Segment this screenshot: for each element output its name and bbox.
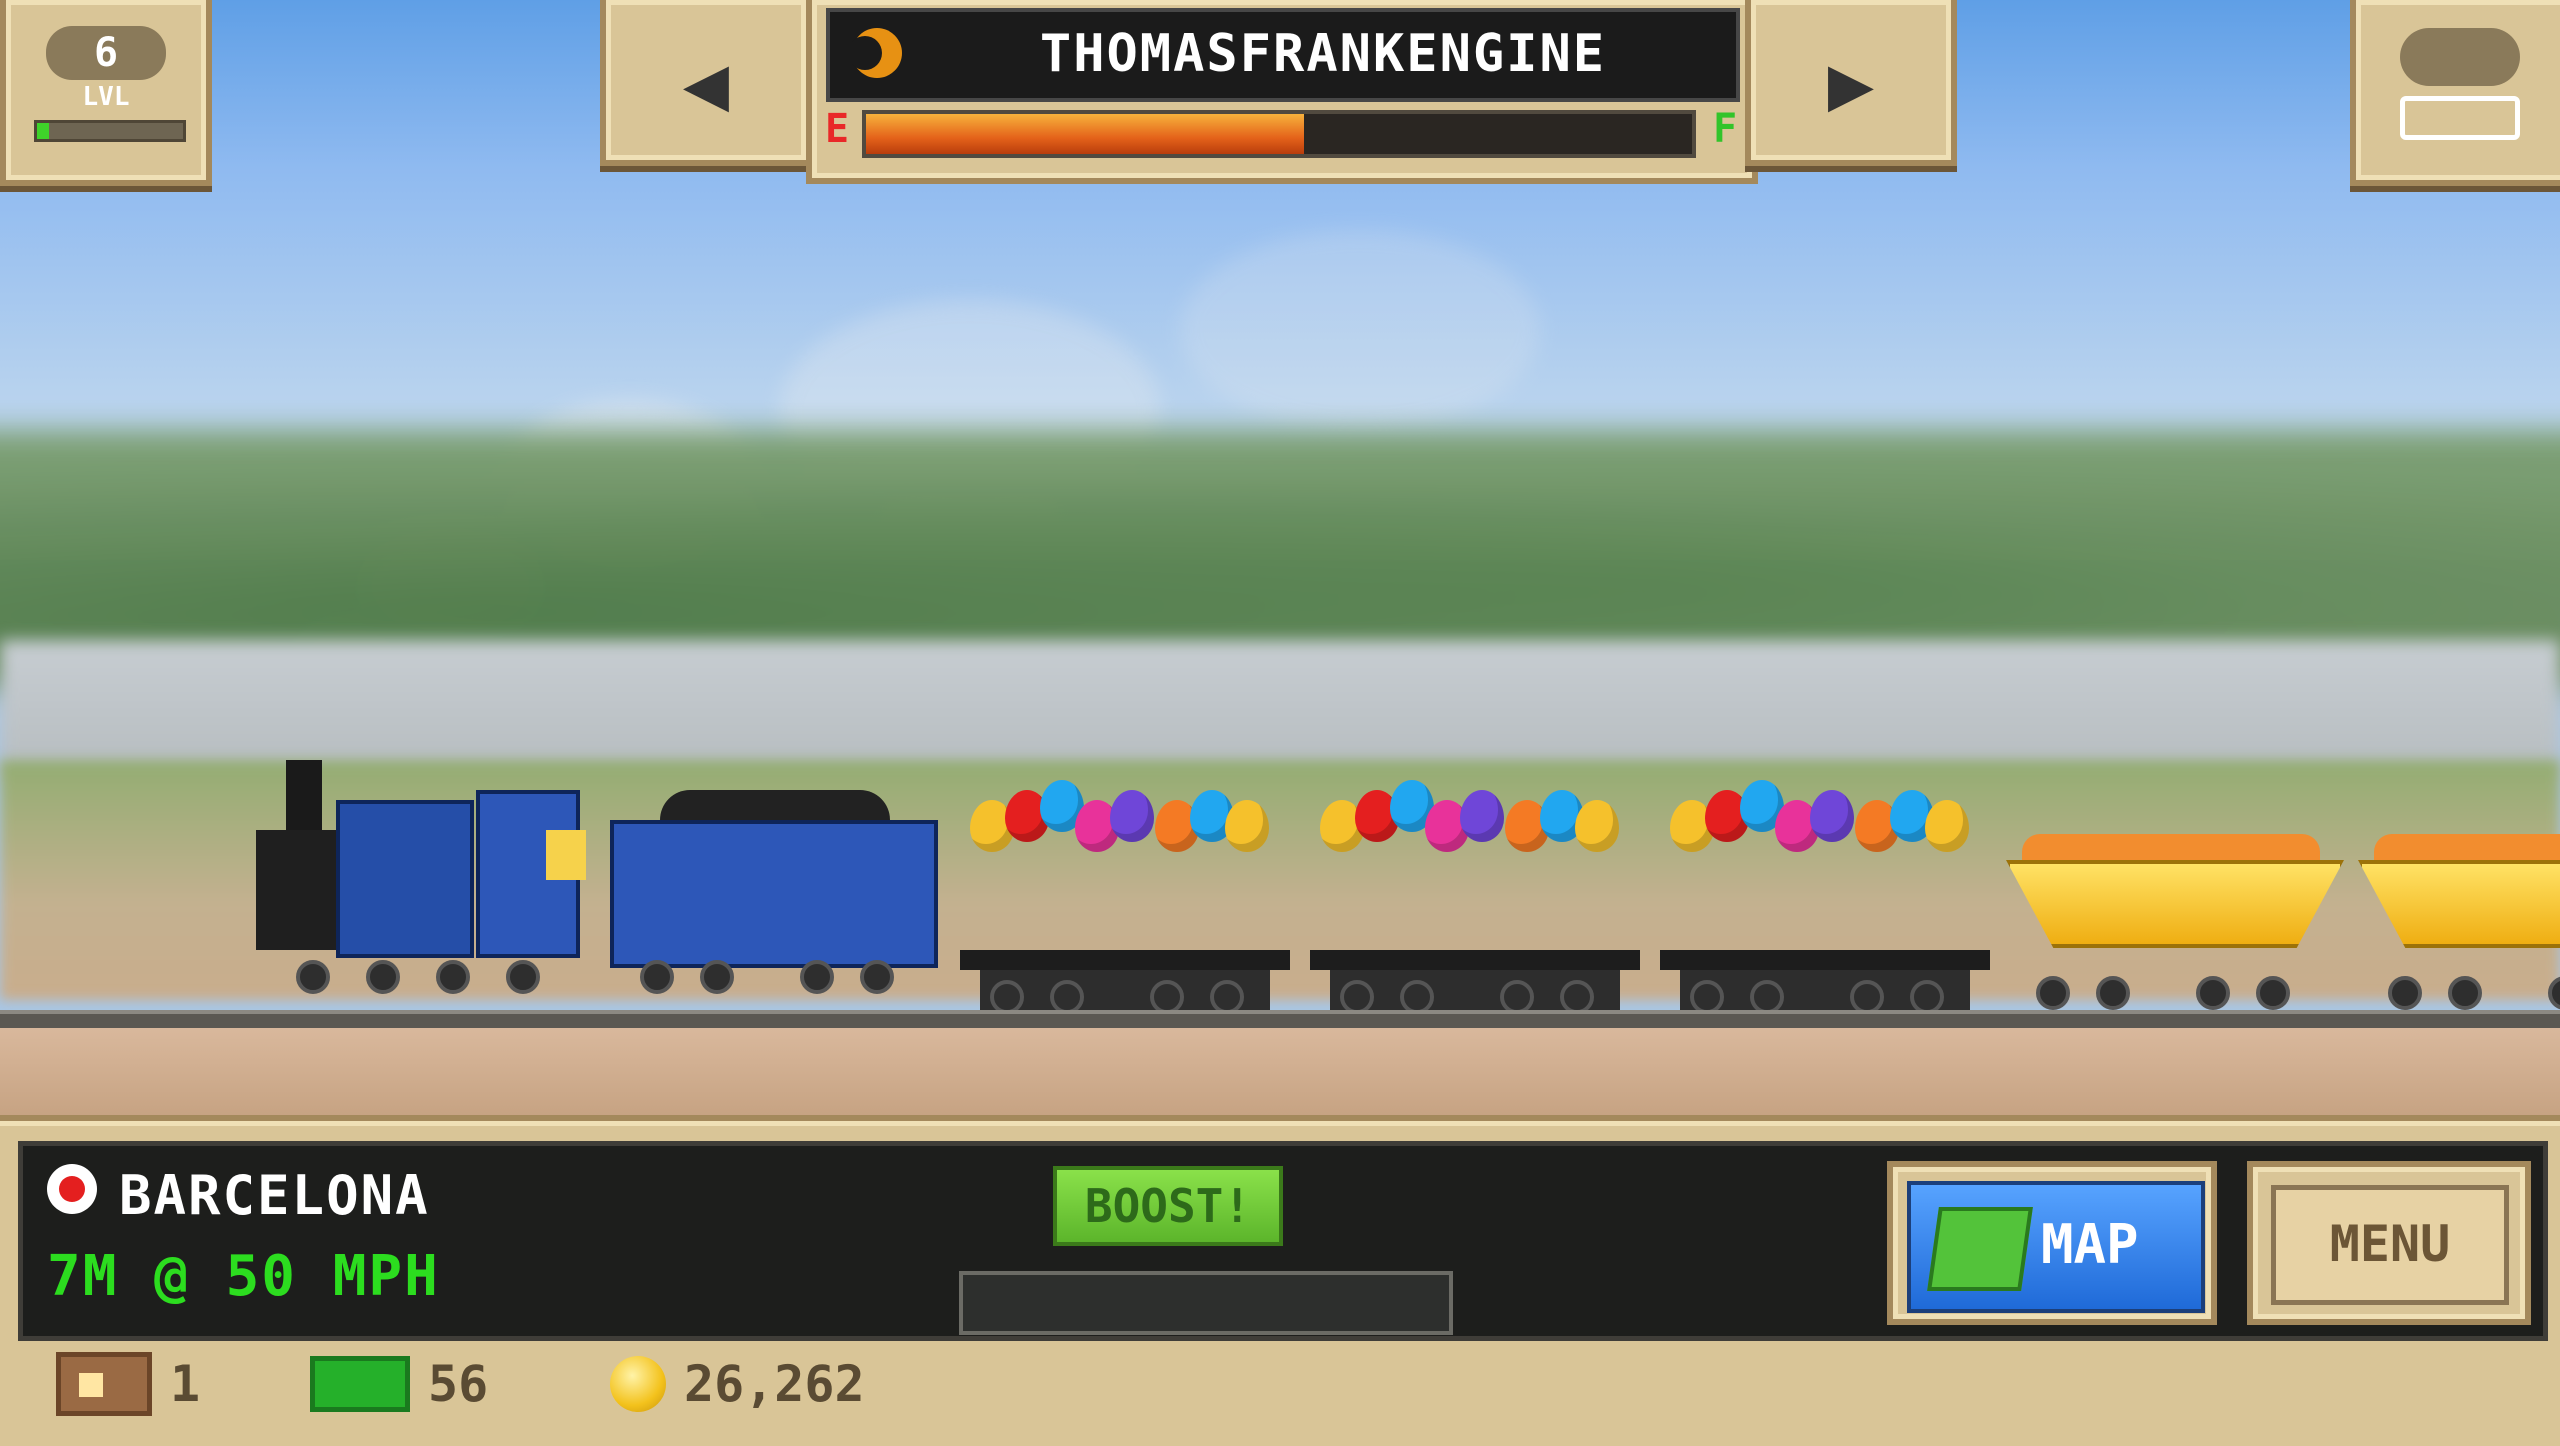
station-marker-icon (47, 1164, 97, 1214)
locomotive[interactable] (256, 760, 606, 1010)
trip-info-panel: BARCELONA 7M @ 50 MPH BOOST! MAP MENU (18, 1141, 2548, 1341)
cash-counter[interactable]: 56 (310, 1349, 488, 1419)
fuel-full-label: F (1712, 106, 1738, 152)
wheel (2036, 976, 2070, 1010)
tender-body (610, 820, 938, 968)
train-garage-icon (2400, 96, 2520, 140)
balloon-car[interactable] (1310, 760, 1640, 1014)
level-progress-fill (37, 123, 49, 139)
arrow-left-icon: ◀ (682, 50, 730, 120)
wheel (1210, 980, 1244, 1014)
background-city (0, 640, 2560, 780)
level-number: 6 (93, 30, 119, 76)
station-name: BARCELONA (119, 1164, 430, 1227)
smoke-puff (1180, 230, 1540, 430)
level-progress-bar (34, 120, 186, 142)
wheel (2388, 976, 2422, 1010)
next-train-button[interactable]: ▶ (1745, 0, 1957, 166)
wheel (506, 960, 540, 994)
hopper-car[interactable] (2358, 820, 2560, 1010)
ticket-icon (56, 1352, 152, 1416)
map-button-face: MAP (1907, 1181, 2205, 1313)
engine-badge-icon (852, 28, 902, 78)
tickets-counter[interactable]: 1 (56, 1349, 200, 1419)
balloon (1460, 790, 1504, 842)
wheel (1400, 980, 1434, 1014)
hopper-body (2006, 820, 2344, 970)
balloon (1810, 790, 1854, 842)
menu-button[interactable]: MENU (2247, 1161, 2531, 1325)
level-label: LVL (82, 82, 130, 112)
boost-progress-bar (959, 1271, 1453, 1335)
engine-boiler (336, 800, 474, 958)
wheel (1850, 980, 1884, 1014)
wheel (1560, 980, 1594, 1014)
balloon (1225, 800, 1269, 852)
wheel (2196, 976, 2230, 1010)
menu-label: MENU (2271, 1185, 2509, 1305)
wheel (2548, 976, 2560, 1010)
train-garage-button[interactable] (2350, 0, 2560, 186)
level-badge[interactable]: 6 LVL (0, 0, 212, 186)
wheel (1750, 980, 1784, 1014)
wheel (1340, 980, 1374, 1014)
tickets-value: 1 (170, 1355, 201, 1413)
train-name-plate: THOMASFRANKENGINE (826, 8, 1740, 102)
wheel (860, 960, 894, 994)
wheel (1500, 980, 1534, 1014)
hopper-car[interactable] (2006, 820, 2344, 1010)
coal-tender[interactable] (610, 790, 940, 1010)
wheel (1910, 980, 1944, 1014)
fuel-fill (866, 114, 1304, 154)
boost-button[interactable]: BOOST! (1053, 1166, 1283, 1246)
wheel (990, 980, 1024, 1014)
cash-value: 56 (428, 1355, 489, 1413)
wheel (1690, 980, 1724, 1014)
distance-speed: 7M @ 50 MPH (47, 1244, 440, 1309)
currency-bar: 1 56 26,262 (0, 1335, 2560, 1440)
balloon-car[interactable] (1660, 760, 1990, 1014)
smokestack (286, 760, 322, 830)
wheel (1150, 980, 1184, 1014)
coins-value: 26,262 (684, 1355, 865, 1413)
balloon (1925, 800, 1969, 852)
coin-icon (610, 1356, 666, 1412)
wheel (800, 960, 834, 994)
prev-train-button[interactable]: ◀ (600, 0, 812, 166)
ground (0, 1028, 2560, 1128)
balloon-car[interactable] (960, 760, 1290, 1014)
wheel (640, 960, 674, 994)
wheel (2448, 976, 2482, 1010)
map-icon (1927, 1207, 2033, 1291)
hopper-body (2358, 820, 2560, 970)
fuel-empty-label: E (824, 106, 850, 152)
arrow-right-icon: ▶ (1827, 50, 1875, 120)
cash-icon (310, 1356, 410, 1412)
engineer (546, 830, 586, 880)
wheel (2256, 976, 2290, 1010)
balloon (1575, 800, 1619, 852)
wheel (296, 960, 330, 994)
wheel (700, 960, 734, 994)
wheel (366, 960, 400, 994)
rail-track (0, 1010, 2560, 1028)
wheel (1050, 980, 1084, 1014)
cloud-badge-icon (2400, 28, 2520, 86)
wheel (436, 960, 470, 994)
train-name-panel: THOMASFRANKENGINE E F (806, 0, 1758, 184)
wheel (2096, 976, 2130, 1010)
map-label: MAP (2041, 1213, 2139, 1276)
coins-counter[interactable]: 26,262 (610, 1349, 865, 1419)
map-button[interactable]: MAP (1887, 1161, 2217, 1325)
fuel-bar (862, 110, 1696, 158)
balloon (1110, 790, 1154, 842)
train-name: THOMASFRANKENGINE (1039, 24, 1607, 84)
